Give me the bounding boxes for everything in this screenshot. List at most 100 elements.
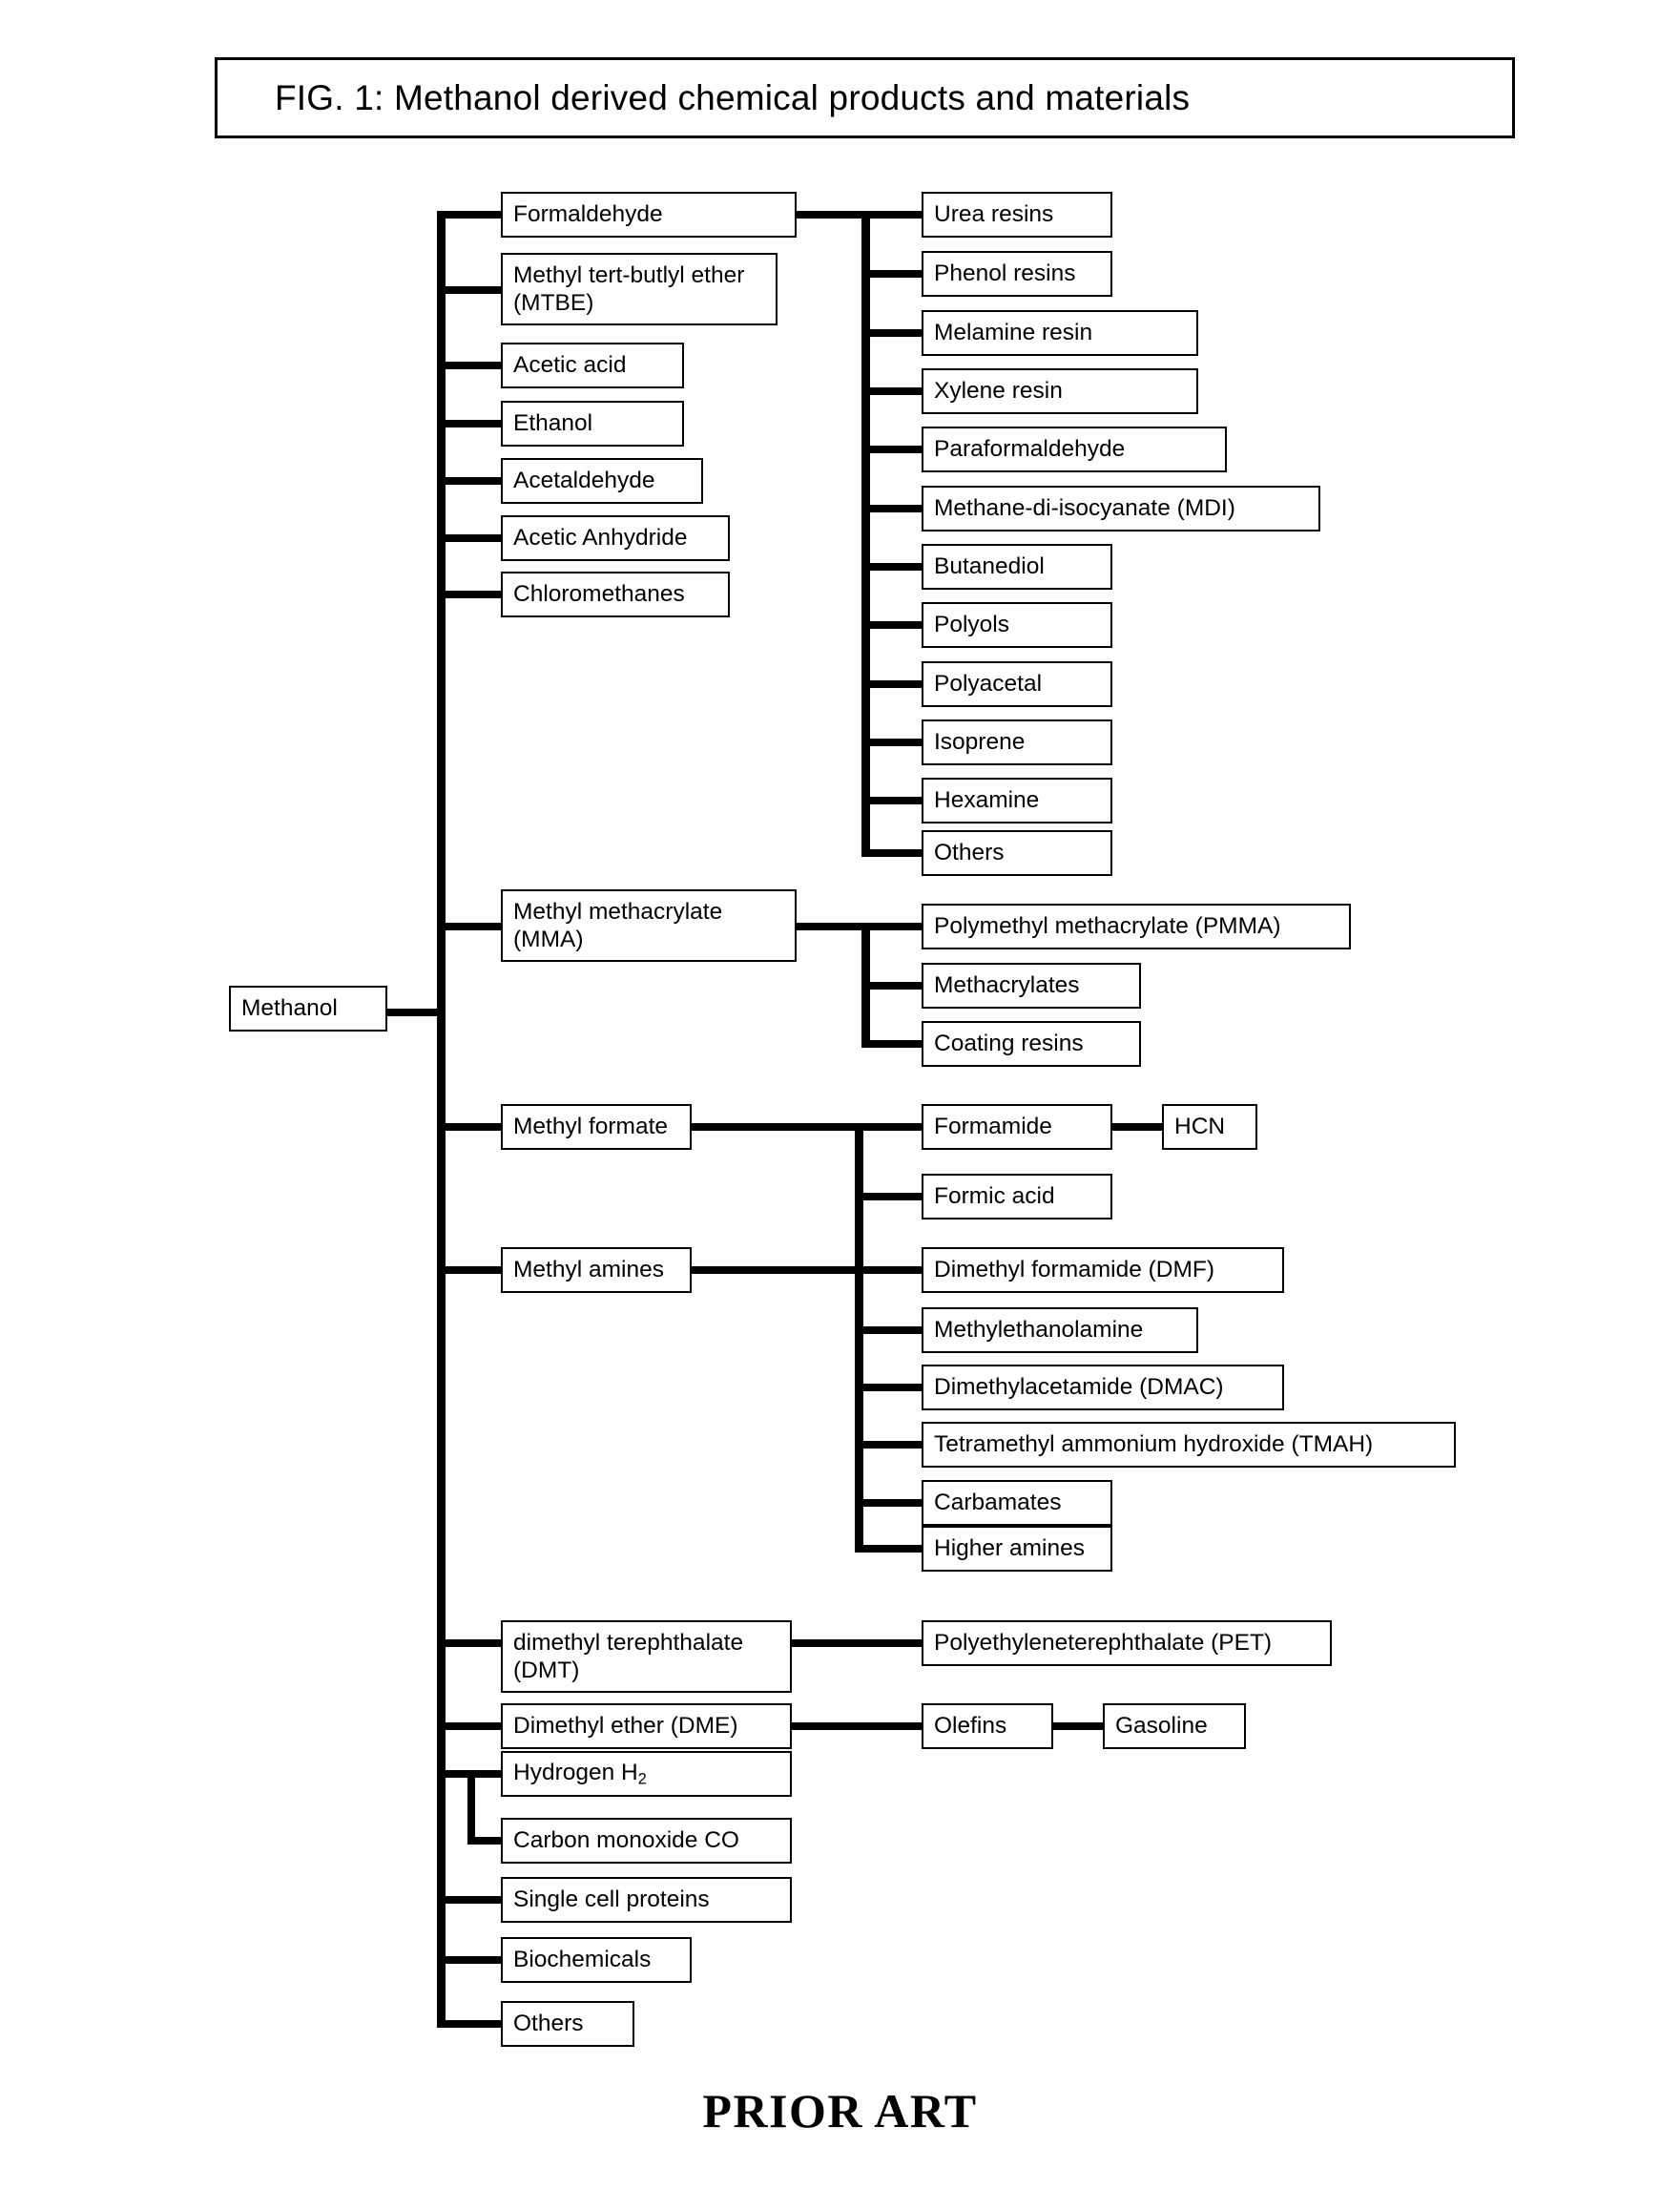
- connector-stub-polyols: [861, 621, 924, 629]
- node-coating-resins[interactable]: Coating resins: [922, 1021, 1141, 1067]
- connector-stub-carbamates: [855, 1499, 922, 1507]
- node-dmf[interactable]: Dimethyl formamide (DMF): [922, 1247, 1284, 1293]
- node-label: Formaldehyde: [513, 200, 663, 227]
- node-methyl-formate[interactable]: Methyl formate: [501, 1104, 692, 1150]
- node-pet[interactable]: Polyethyleneterephthalate (PET): [922, 1620, 1332, 1666]
- node-dmt[interactable]: dimethyl terephthalate (DMT): [501, 1620, 792, 1693]
- connector-stub-methyl-formate: [437, 1123, 504, 1131]
- node-isoprene[interactable]: Isoprene: [922, 719, 1112, 765]
- node-mdi[interactable]: Methane-di-isocyanate (MDI): [922, 486, 1320, 532]
- node-hydrogen[interactable]: Hydrogen H2: [501, 1751, 792, 1797]
- connector-stub-paraformaldehyde: [861, 446, 924, 453]
- node-olefins[interactable]: Olefins: [922, 1703, 1053, 1749]
- node-methanol[interactable]: Methanol: [229, 986, 387, 1032]
- node-carbon-monoxide[interactable]: Carbon monoxide CO: [501, 1818, 792, 1864]
- connector-dmt-to-pet: [792, 1639, 922, 1647]
- node-others-formaldehyde[interactable]: Others: [922, 830, 1112, 876]
- connector-formaldehyde-to-spine: [797, 211, 869, 219]
- node-gasoline[interactable]: Gasoline: [1103, 1703, 1246, 1749]
- node-label: Methyl methacrylate (MMA): [513, 898, 723, 952]
- node-label: Acetaldehyde: [513, 467, 655, 493]
- node-dmac[interactable]: Dimethylacetamide (DMAC): [922, 1365, 1284, 1410]
- node-label: Biochemicals: [513, 1946, 652, 1972]
- connector-stub-mdi: [861, 505, 924, 512]
- node-label: Hydrogen H2: [513, 1759, 647, 1788]
- node-label: Methacrylates: [934, 971, 1080, 998]
- connector-stub-formaldehyde: [437, 211, 504, 219]
- node-urea-resins[interactable]: Urea resins: [922, 192, 1112, 238]
- connector-stub-methylethanolamine: [855, 1326, 922, 1334]
- node-melamine-resin[interactable]: Melamine resin: [922, 310, 1198, 356]
- node-biochemicals[interactable]: Biochemicals: [501, 1937, 692, 1983]
- node-label: Formic acid: [934, 1182, 1055, 1209]
- node-formaldehyde[interactable]: Formaldehyde: [501, 192, 797, 238]
- node-higher-amines[interactable]: Higher amines: [922, 1526, 1112, 1572]
- node-formamide[interactable]: Formamide: [922, 1104, 1112, 1150]
- node-single-cell-proteins[interactable]: Single cell proteins: [501, 1877, 792, 1923]
- connector-stub-tmah: [855, 1441, 922, 1449]
- connector-stub-methacrylates: [861, 982, 924, 990]
- connector-formamide-to-hcn: [1112, 1123, 1162, 1131]
- node-methacrylates[interactable]: Methacrylates: [922, 963, 1141, 1009]
- node-others-bottom[interactable]: Others: [501, 2001, 634, 2047]
- node-chloromethanes[interactable]: Chloromethanes: [501, 572, 730, 617]
- connector-stub-biochemicals: [437, 1956, 504, 1964]
- node-acetic-anhydride[interactable]: Acetic Anhydride: [501, 515, 730, 561]
- node-hcn[interactable]: HCN: [1162, 1104, 1257, 1150]
- node-label: Others: [513, 2010, 584, 2036]
- connector-stub-chloromethanes: [437, 591, 504, 598]
- node-label: Methyl amines: [513, 1256, 664, 1282]
- formate-amine-spine: [855, 1123, 863, 1553]
- figure-title: FIG. 1: Methanol derived chemical produc…: [275, 77, 1191, 117]
- node-dme[interactable]: Dimethyl ether (DME): [501, 1703, 792, 1749]
- node-label: Polyols: [934, 611, 1009, 637]
- node-label: Paraformaldehyde: [934, 435, 1126, 462]
- node-xylene-resin[interactable]: Xylene resin: [922, 368, 1198, 414]
- connector-stub-carbon-monoxide: [467, 1837, 504, 1845]
- node-acetic-acid[interactable]: Acetic acid: [501, 343, 684, 388]
- node-hexamine[interactable]: Hexamine: [922, 778, 1112, 823]
- node-label: Methanol: [241, 994, 338, 1021]
- node-butanediol[interactable]: Butanediol: [922, 544, 1112, 590]
- node-carbamates[interactable]: Carbamates: [922, 1480, 1112, 1526]
- connector-olefins-to-gasoline: [1053, 1722, 1103, 1730]
- node-label: dimethyl terephthalate (DMT): [513, 1629, 744, 1683]
- node-label: Acetic Anhydride: [513, 524, 688, 551]
- connector-stub-acetic-anhydride: [437, 534, 504, 542]
- node-pmma[interactable]: Polymethyl methacrylate (PMMA): [922, 904, 1351, 949]
- node-mtbe[interactable]: Methyl tert-butlyl ether (MTBE): [501, 253, 778, 325]
- connector-stub-dmf: [855, 1266, 922, 1274]
- connector-stub-hexamine: [861, 797, 924, 804]
- node-polyacetal[interactable]: Polyacetal: [922, 661, 1112, 707]
- connector-dme-to-olefins: [792, 1722, 922, 1730]
- connector-stub-urea-resins: [861, 211, 924, 219]
- node-label: Acetic acid: [513, 351, 627, 378]
- node-methylethanolamine[interactable]: Methylethanolamine: [922, 1307, 1198, 1353]
- node-label: Dimethyl ether (DME): [513, 1712, 738, 1739]
- node-mma[interactable]: Methyl methacrylate (MMA): [501, 889, 797, 962]
- connector-root-to-spine: [387, 1009, 445, 1016]
- formaldehyde-spine: [861, 211, 870, 857]
- node-label: Urea resins: [934, 200, 1054, 227]
- node-label: Methyl formate: [513, 1113, 669, 1139]
- node-label: Coating resins: [934, 1030, 1084, 1056]
- connector-stub-polyacetal: [861, 680, 924, 688]
- connector-stub-hydrogen: [467, 1770, 504, 1778]
- node-paraformaldehyde[interactable]: Paraformaldehyde: [922, 427, 1227, 472]
- node-tmah[interactable]: Tetramethyl ammonium hydroxide (TMAH): [922, 1422, 1456, 1468]
- connector-stub-formamide: [855, 1123, 922, 1131]
- node-acetaldehyde[interactable]: Acetaldehyde: [501, 458, 703, 504]
- node-methyl-amines[interactable]: Methyl amines: [501, 1247, 692, 1293]
- node-ethanol[interactable]: Ethanol: [501, 401, 684, 447]
- node-phenol-resins[interactable]: Phenol resins: [922, 251, 1112, 297]
- figure-sheet: FIG. 1: Methanol derived chemical produc…: [0, 0, 1680, 2189]
- connector-mma-to-spine: [797, 923, 869, 930]
- node-formic-acid[interactable]: Formic acid: [922, 1174, 1112, 1220]
- connector-stub-dme: [437, 1722, 504, 1730]
- connector-stub-others-formaldehyde: [861, 849, 924, 857]
- node-polyols[interactable]: Polyols: [922, 602, 1112, 648]
- connector-stub-phenol-resins: [861, 270, 924, 278]
- node-label: Dimethylacetamide (DMAC): [934, 1373, 1224, 1400]
- connector-stub-higher-amines: [855, 1545, 922, 1553]
- node-label: Others: [934, 839, 1005, 865]
